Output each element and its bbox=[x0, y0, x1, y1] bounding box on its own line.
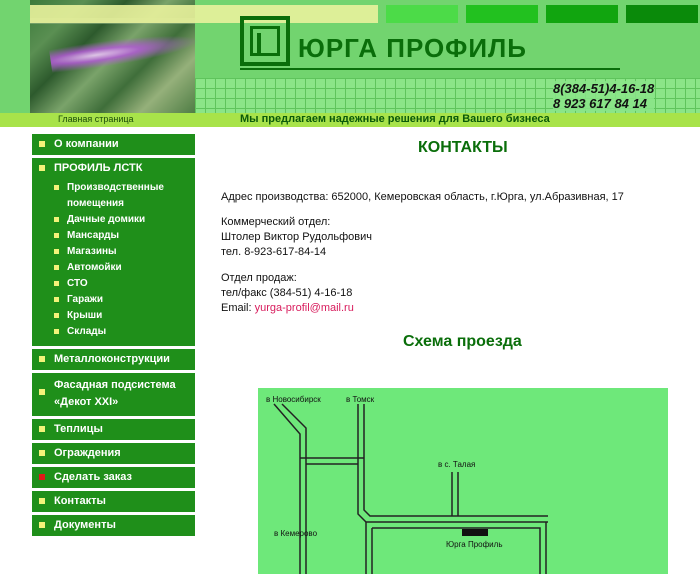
nav-sublabel: Гаражи bbox=[67, 294, 104, 305]
nav-label: Фасадная подсистема «Декот XXI» bbox=[54, 379, 176, 408]
nav-item-fences[interactable]: Ограждения bbox=[32, 443, 195, 464]
decor-bar bbox=[30, 5, 378, 23]
header-phones: 8(384-51)4-16-18 8 923 617 84 14 bbox=[553, 81, 655, 111]
bullet-icon bbox=[54, 217, 59, 222]
logo-underline bbox=[240, 68, 620, 70]
nav-subitem[interactable]: Гаражи bbox=[54, 292, 189, 308]
bullet-icon bbox=[39, 474, 45, 480]
slogan: Мы предлагаем надежные решения для Вашег… bbox=[240, 113, 550, 125]
sales-block: Отдел продаж: тел/факс (384-51) 4-16-18 … bbox=[221, 271, 354, 316]
yurga-marker bbox=[462, 529, 488, 536]
nav-subitem[interactable]: СТО bbox=[54, 276, 189, 292]
decor-box bbox=[466, 5, 538, 23]
nav-sublabel: Дачные домики bbox=[67, 214, 146, 225]
nav-label: Металлоконструкции bbox=[54, 353, 170, 365]
bullet-icon bbox=[39, 426, 45, 432]
nav-item-about[interactable]: О компании bbox=[32, 134, 195, 155]
photo-sparks bbox=[48, 27, 202, 75]
nav-subitem[interactable]: Мансарды bbox=[54, 228, 189, 244]
map-label-kemerovo: в Кемерово bbox=[274, 529, 318, 538]
nav-sublabel: Магазины bbox=[67, 246, 117, 257]
sales-phone: тел/факс (384-51) 4-16-18 bbox=[221, 287, 353, 299]
commerce-label: Коммерческий отдел: bbox=[221, 216, 331, 228]
logo-text: ЮРГА ПРОФИЛЬ bbox=[298, 33, 527, 63]
decor-box bbox=[546, 5, 618, 23]
nav-sublabel: Мансарды bbox=[67, 230, 120, 241]
route-map: в Новосибирск в Томск в с. Талая в Кемер… bbox=[258, 388, 668, 574]
map-label-novosibirsk: в Новосибирск bbox=[266, 395, 321, 404]
bullet-icon bbox=[54, 265, 59, 270]
nav-subitem[interactable]: Дачные домики bbox=[54, 212, 189, 228]
nav-label: Ограждения bbox=[54, 447, 121, 459]
bullet-icon bbox=[39, 356, 45, 362]
road bbox=[451, 472, 459, 516]
bullet-icon bbox=[54, 233, 59, 238]
sub-header-bar: Главная страница Мы предлагаем надежные … bbox=[0, 113, 700, 127]
nav-subitem[interactable]: Склады bbox=[54, 324, 189, 340]
commerce-phone: тел. 8-923-617-84-14 bbox=[221, 246, 327, 258]
commerce-block: Коммерческий отдел: Штолер Виктор Рудоль… bbox=[221, 215, 372, 260]
map-label-tomsk: в Томск bbox=[346, 395, 375, 404]
bullet-icon bbox=[54, 313, 59, 318]
nav-sublabel: Крыши bbox=[67, 310, 103, 321]
nav-label: Контакты bbox=[54, 495, 106, 507]
nav-group-profile: ПРОФИЛЬ ЛСТК Производственные помещения … bbox=[32, 158, 195, 346]
commerce-name: Штолер Виктор Рудольфович bbox=[221, 231, 373, 243]
bullet-icon bbox=[39, 165, 45, 171]
nav-subitem[interactable]: Автомойки bbox=[54, 260, 189, 276]
road bbox=[273, 403, 301, 574]
bullet-icon bbox=[54, 297, 59, 302]
bullet-icon bbox=[39, 498, 45, 504]
nav-subitem[interactable]: Крыши bbox=[54, 308, 189, 324]
nav-item-contacts[interactable]: Контакты bbox=[32, 491, 195, 512]
nav-item-facade[interactable]: Фасадная подсистема «Декот XXI» bbox=[32, 373, 195, 416]
sales-label: Отдел продаж: bbox=[221, 272, 297, 284]
nav-item-order[interactable]: Сделать заказ bbox=[32, 467, 195, 488]
nav-label: Документы bbox=[54, 519, 116, 531]
nav-subitem[interactable]: Магазины bbox=[54, 244, 189, 260]
nav-item-profile[interactable]: ПРОФИЛЬ ЛСТК bbox=[54, 162, 189, 174]
nav-sublabel: Склады bbox=[67, 326, 107, 337]
page-title: КОНТАКТЫ bbox=[418, 139, 508, 156]
bullet-icon bbox=[39, 141, 45, 147]
bullet-icon bbox=[39, 450, 45, 456]
nav-subitem[interactable]: Производственные помещения bbox=[54, 180, 189, 212]
nav-item-documents[interactable]: Документы bbox=[32, 515, 195, 536]
nav-label: О компании bbox=[54, 138, 119, 150]
map-label-talaya: в с. Талая bbox=[438, 460, 476, 469]
nav-sublabel: СТО bbox=[67, 278, 88, 289]
decor-box bbox=[626, 5, 698, 23]
address-text: Адрес производства: 652000, Кемеровская … bbox=[221, 191, 624, 203]
scheme-title: Схема проезда bbox=[403, 333, 522, 350]
site-header: ЮРГА ПРОФИЛЬ 8(384-51)4-16-18 8 923 617 … bbox=[0, 0, 700, 113]
nav-label: Сделать заказ bbox=[54, 471, 133, 483]
bullet-icon bbox=[54, 185, 59, 190]
nav-label: Теплицы bbox=[54, 423, 103, 435]
email-line: Email: yurga-profil@mail.ru bbox=[221, 301, 354, 316]
email-label: Email: bbox=[221, 302, 255, 314]
decor-box bbox=[386, 5, 458, 23]
nav-item-greenhouses[interactable]: Теплицы bbox=[32, 419, 195, 440]
email-link[interactable]: yurga-profil@mail.ru bbox=[255, 302, 354, 314]
logo-icon bbox=[240, 16, 290, 66]
nav-sublabel: Производственные помещения bbox=[67, 182, 164, 209]
road bbox=[300, 457, 364, 465]
bullet-icon bbox=[54, 249, 59, 254]
bullet-icon bbox=[39, 389, 45, 395]
road bbox=[365, 522, 373, 574]
sidebar-nav: О компании ПРОФИЛЬ ЛСТК Производственные… bbox=[32, 134, 195, 539]
map-label-yurga: Юрга Профиль bbox=[446, 540, 503, 549]
phone-2: 8 923 617 84 14 bbox=[553, 96, 647, 111]
bullet-icon bbox=[39, 522, 45, 528]
nav-item-metal[interactable]: Металлоконструкции bbox=[32, 349, 195, 370]
bullet-icon bbox=[54, 329, 59, 334]
bullet-icon bbox=[54, 281, 59, 286]
home-link[interactable]: Главная страница bbox=[58, 114, 134, 124]
phone-1: 8(384-51)4-16-18 bbox=[553, 81, 655, 96]
nav-sublabel: Автомойки bbox=[67, 262, 122, 273]
road bbox=[281, 403, 307, 574]
